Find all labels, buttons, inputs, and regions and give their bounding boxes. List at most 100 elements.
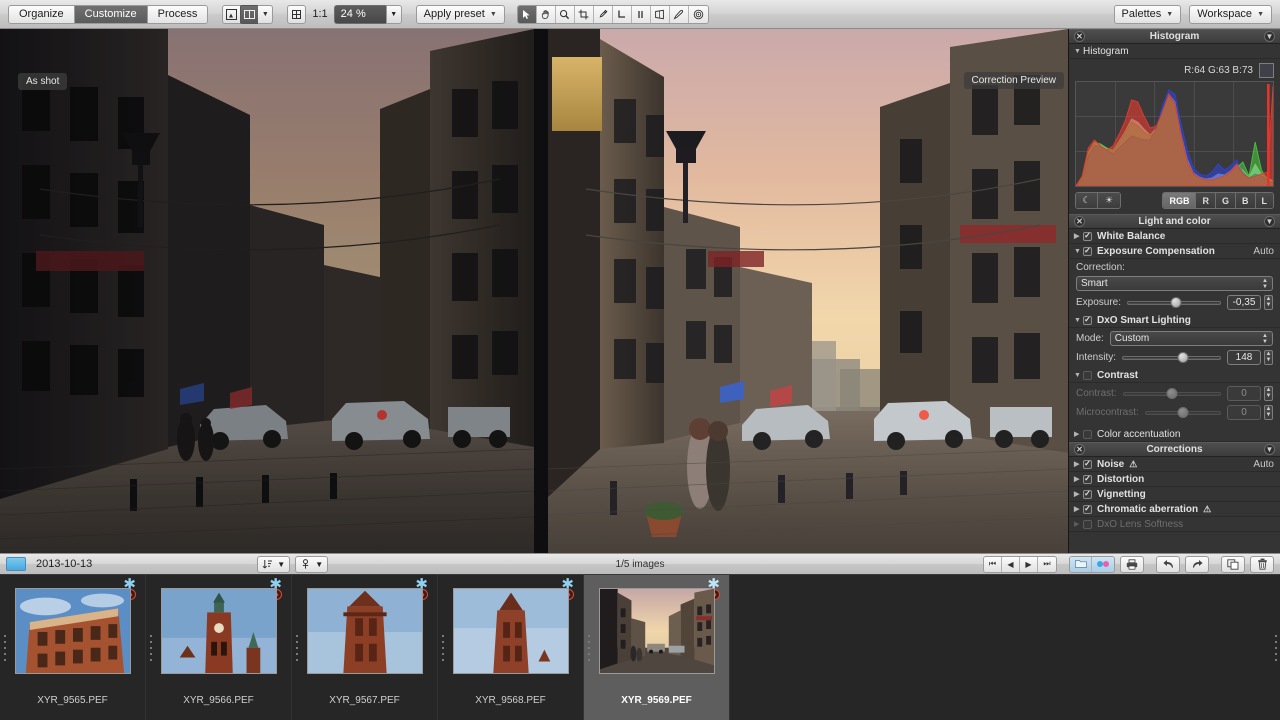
exposure-mode-select[interactable]: Smart ▲▼ bbox=[1076, 276, 1273, 291]
distortion-disclosure-triangle-icon[interactable]: ▶ bbox=[1074, 475, 1083, 483]
shadow-clipping-moon-icon[interactable]: ☾ bbox=[1076, 193, 1098, 208]
correction-row-noise[interactable]: ▶ ✓ Noise ⚠ Auto bbox=[1069, 457, 1280, 472]
channel-button-g[interactable]: G bbox=[1216, 193, 1236, 208]
crop-tool[interactable] bbox=[575, 6, 594, 23]
list-item[interactable]: ✱ ● XYR_9568.PEF bbox=[438, 575, 584, 720]
smart-lighting-mode-select[interactable]: Custom ▲▼ bbox=[1110, 331, 1273, 346]
correction-row-distortion[interactable]: ▶ ✓ Distortion bbox=[1069, 472, 1280, 487]
vignette-tool[interactable] bbox=[689, 6, 708, 23]
exposure-compensation-checkbox[interactable]: ✓ bbox=[1083, 247, 1092, 256]
exposure-slider-knob[interactable] bbox=[1170, 297, 1181, 308]
exposure-compensation-auto-label[interactable]: Auto bbox=[1253, 246, 1274, 257]
microcontrast-value-field[interactable]: 0 bbox=[1227, 405, 1261, 420]
undo-icon[interactable] bbox=[1156, 556, 1180, 573]
copy-icon[interactable] bbox=[1221, 556, 1245, 573]
noise-checkbox[interactable]: ✓ bbox=[1083, 460, 1092, 469]
nav-first-skip-first-icon[interactable]: ⏮ bbox=[984, 557, 1002, 572]
perspective-tool[interactable] bbox=[651, 6, 670, 23]
correction-row-vignetting[interactable]: ▶ ✓ Vignetting bbox=[1069, 487, 1280, 502]
channel-button-b[interactable]: B bbox=[1236, 193, 1256, 208]
list-item[interactable]: ✱ ● XYR_9566.PEF bbox=[146, 575, 292, 720]
print-printer-icon[interactable] bbox=[1120, 556, 1144, 573]
chromatic-aberration-checkbox[interactable]: ✓ bbox=[1083, 505, 1092, 514]
microcontrast-slider[interactable] bbox=[1145, 405, 1221, 420]
nav-last-skip-last-icon[interactable]: ⏭ bbox=[1038, 557, 1056, 572]
smart-lighting-disclosure-triangle-icon[interactable]: ▼ bbox=[1074, 317, 1083, 324]
thumbnail-image[interactable] bbox=[161, 588, 277, 674]
pointer-tool[interactable] bbox=[518, 6, 537, 23]
highlight-clipping-sun-icon[interactable]: ☀ bbox=[1098, 193, 1120, 208]
drag-handle-dots[interactable] bbox=[150, 631, 152, 665]
thumbnail-image[interactable] bbox=[15, 588, 131, 674]
eyedropper-tool[interactable] bbox=[594, 6, 613, 23]
mode-switch-group[interactable]: Organize Customize Process bbox=[8, 5, 208, 24]
workspace-button[interactable]: Workspace ▼ bbox=[1189, 5, 1272, 24]
apply-preset-button[interactable]: Apply preset ▼ bbox=[416, 5, 505, 24]
thumbnail-image[interactable] bbox=[599, 588, 715, 674]
image-viewer[interactable]: As shot Correction Preview bbox=[0, 29, 1068, 553]
smart-lighting-row[interactable]: ▼ ✓ DxO Smart Lighting bbox=[1069, 313, 1280, 328]
drag-handle-dots[interactable] bbox=[588, 631, 590, 665]
delete-trash-icon[interactable] bbox=[1250, 556, 1274, 573]
white-balance-checkbox[interactable]: ✓ bbox=[1083, 232, 1092, 241]
noise-auto-label[interactable]: Auto bbox=[1253, 459, 1274, 470]
list-item[interactable]: ✱ ● bbox=[584, 575, 730, 720]
list-item[interactable]: ✱ ● XYR_9567.PEF bbox=[292, 575, 438, 720]
contrast-slider[interactable] bbox=[1123, 386, 1221, 401]
exposure-stepper-icon[interactable]: ▲▼ bbox=[1264, 295, 1273, 310]
corrections-close-icon[interactable]: ✕ bbox=[1074, 444, 1085, 455]
corrections-collapse-chevron-down-circle-icon[interactable]: ▼ bbox=[1264, 444, 1275, 455]
microcontrast-stepper-icon[interactable]: ▲▼ bbox=[1264, 405, 1273, 420]
hand-tool[interactable] bbox=[537, 6, 556, 23]
contrast-value-field[interactable]: 0 bbox=[1227, 386, 1261, 401]
light-and-color-collapse-chevron-down-circle-icon[interactable]: ▼ bbox=[1264, 216, 1275, 227]
contrast-slider-knob[interactable] bbox=[1166, 388, 1177, 399]
zoom-tool[interactable] bbox=[556, 6, 575, 23]
noise-disclosure-triangle-icon[interactable]: ▶ bbox=[1074, 460, 1083, 468]
view-mode-dropdown-chevron-down-icon[interactable]: ▼ bbox=[258, 5, 273, 24]
nav-next-icon[interactable]: ▶ bbox=[1020, 557, 1038, 572]
histogram-close-icon[interactable]: ✕ bbox=[1074, 31, 1085, 42]
drag-handle-dots[interactable] bbox=[296, 631, 298, 665]
vignetting-disclosure-triangle-icon[interactable]: ▶ bbox=[1074, 490, 1083, 498]
nav-previous-icon[interactable]: ◀ bbox=[1002, 557, 1020, 572]
contrast-row[interactable]: ▼ Contrast bbox=[1069, 368, 1280, 383]
folder-view-icon[interactable] bbox=[1070, 557, 1092, 572]
contrast-stepper-icon[interactable]: ▲▼ bbox=[1264, 386, 1273, 401]
histogram-collapse-chevron-down-circle-icon[interactable]: ▼ bbox=[1264, 31, 1275, 42]
histogram-disclosure-triangle-icon[interactable]: ▼ bbox=[1074, 48, 1083, 55]
list-item[interactable]: ✱ ● XYR_9565.PEF bbox=[0, 575, 146, 720]
exposure-compensation-row[interactable]: ▼ ✓ Exposure Compensation Auto bbox=[1069, 244, 1280, 259]
distortion-checkbox[interactable]: ✓ bbox=[1083, 475, 1092, 484]
zoom-ratio-label[interactable]: 1:1 bbox=[312, 8, 327, 20]
mode-tab-process[interactable]: Process bbox=[148, 6, 208, 23]
thumbnail-image[interactable] bbox=[307, 588, 423, 674]
repair-tool[interactable] bbox=[670, 6, 689, 23]
channel-button-l[interactable]: L bbox=[1256, 193, 1274, 208]
microcontrast-slider-knob[interactable] bbox=[1177, 407, 1188, 418]
histogram-section-row[interactable]: ▼ Histogram bbox=[1069, 44, 1280, 59]
vignetting-checkbox[interactable]: ✓ bbox=[1083, 490, 1092, 499]
intensity-slider[interactable] bbox=[1122, 350, 1221, 365]
color-accentuation-row[interactable]: ▶ Color accentuation bbox=[1069, 427, 1280, 442]
fit-to-screen-icon[interactable] bbox=[287, 5, 306, 24]
intensity-stepper-icon[interactable]: ▲▼ bbox=[1264, 350, 1273, 365]
white-balance-disclosure-triangle-icon[interactable]: ▶ bbox=[1074, 232, 1083, 240]
white-balance-row[interactable]: ▶ ✓ White Balance bbox=[1069, 229, 1280, 244]
drag-handle-dots[interactable] bbox=[442, 631, 444, 665]
palettes-button[interactable]: Palettes ▼ bbox=[1114, 5, 1182, 24]
exposure-compensation-disclosure-triangle-icon[interactable]: ▼ bbox=[1074, 248, 1083, 255]
zoom-dropdown-chevron-down-icon[interactable]: ▼ bbox=[386, 5, 402, 24]
exposure-slider[interactable] bbox=[1127, 295, 1221, 310]
vertical-lines-tool[interactable] bbox=[632, 6, 651, 23]
correction-row-chromatic-aberration[interactable]: ▶ ✓ Chromatic aberration ⚠ bbox=[1069, 502, 1280, 517]
intensity-value-field[interactable]: 148 bbox=[1227, 350, 1261, 365]
mode-tab-customize[interactable]: Customize bbox=[75, 6, 148, 23]
horizon-tool[interactable] bbox=[613, 6, 632, 23]
mode-tab-organize[interactable]: Organize bbox=[9, 6, 75, 23]
intensity-slider-knob[interactable] bbox=[1178, 352, 1189, 363]
channel-button-rgb[interactable]: RGB bbox=[1163, 193, 1196, 208]
smart-lighting-checkbox[interactable]: ✓ bbox=[1083, 316, 1092, 325]
contrast-checkbox[interactable] bbox=[1083, 371, 1092, 380]
single-image-view-icon[interactable] bbox=[222, 5, 241, 24]
